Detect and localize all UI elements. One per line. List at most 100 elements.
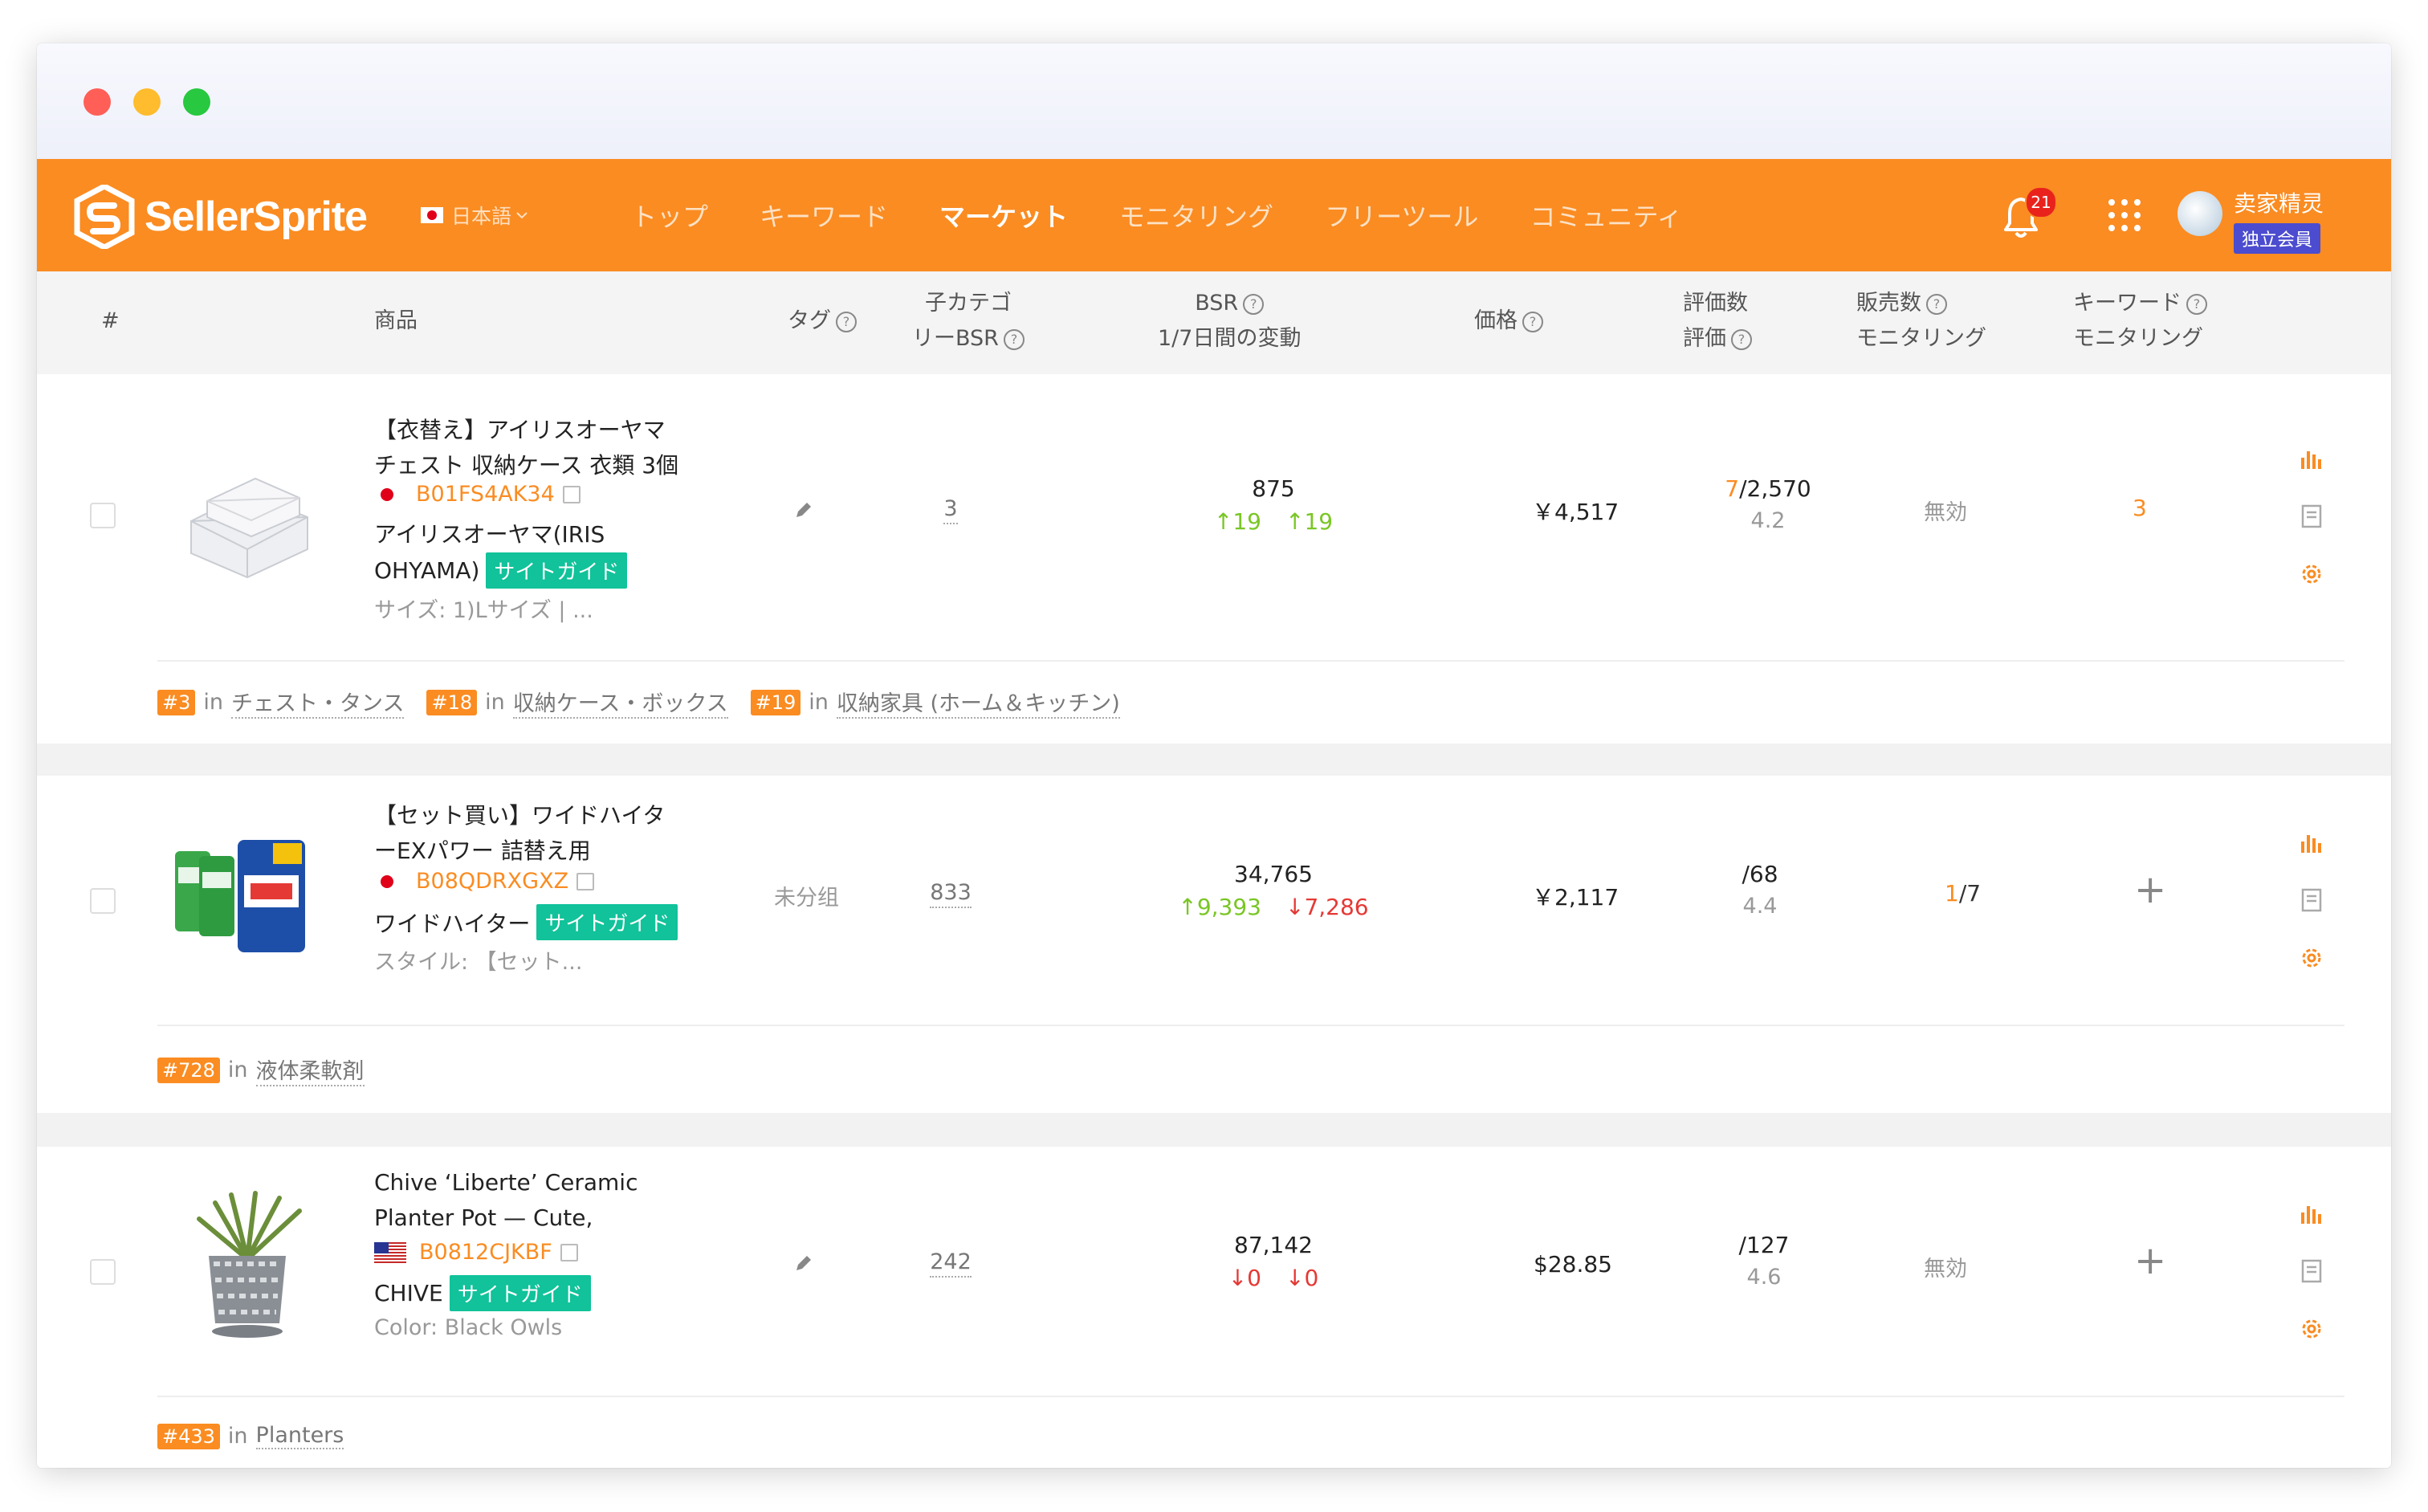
brand-name: ワイドハイター (374, 910, 531, 937)
header-bsr-line1: BSR (1195, 291, 1239, 316)
help-circle-icon[interactable]: ? (1522, 311, 1543, 332)
brand-logo[interactable]: SellerSprite (74, 185, 368, 249)
category-rank-badge: #19 (750, 689, 801, 715)
external-link-icon[interactable] (576, 872, 595, 890)
close-window-button[interactable] (84, 88, 111, 116)
row-checkbox[interactable] (90, 888, 116, 914)
bar-chart-icon[interactable] (2298, 445, 2325, 472)
product-image[interactable] (167, 1187, 328, 1347)
sales-monitor-status[interactable]: 無効 (1924, 495, 1967, 526)
asin-line: B0812CJKBF (374, 1240, 578, 1265)
notes-icon[interactable] (2298, 503, 2325, 530)
site-guide-badge[interactable]: サイトガイド (536, 904, 678, 940)
row-checkbox[interactable] (90, 1259, 116, 1285)
asin-link[interactable]: B0812CJKBF (419, 1240, 552, 1265)
category-in-label: in (485, 690, 505, 715)
product-image[interactable] (167, 437, 328, 597)
bsr-value: 875 (1252, 475, 1295, 502)
sub-bsr-value[interactable]: 3 (943, 496, 958, 524)
site-guide-badge[interactable]: サイトガイド (486, 552, 628, 589)
sales-monitor-status[interactable]: 無効 (1924, 1251, 1967, 1282)
row-checkbox[interactable] (90, 503, 116, 528)
category-link[interactable]: 収納家具 (ホーム＆キッチン) (836, 686, 1120, 719)
settings-gear-icon[interactable] (2298, 560, 2325, 588)
keyword-monitor-count[interactable]: 3 (2133, 495, 2147, 521)
reviews-total: /127 (1738, 1232, 1790, 1258)
brand-name-line1: アイリスオーヤマ(IRIS (374, 521, 605, 548)
category-link[interactable]: Planters (255, 1423, 344, 1449)
flag-us-icon (374, 1241, 406, 1263)
category-link[interactable]: 液体柔軟剤 (255, 1054, 365, 1086)
product-title-line2[interactable]: チェスト 収納ケース 衣類 3個 (374, 448, 678, 480)
bar-chart-icon[interactable] (2298, 829, 2325, 856)
row-divider (157, 660, 2344, 662)
apps-grid-icon[interactable] (2108, 199, 2141, 231)
sub-bsr-value[interactable]: 242 (930, 1249, 972, 1278)
header-sub-bsr: 子カテゴ リーBSR? (912, 286, 1025, 357)
asin-link[interactable]: B08QDRXGXZ (416, 869, 568, 894)
help-circle-icon[interactable]: ? (1243, 293, 1265, 315)
rating-value: 4.6 (1746, 1265, 1782, 1290)
minimize-window-button[interactable] (133, 88, 161, 116)
bsr-cell: 34,765 ↑9,393 ↓7,286 (1153, 861, 1394, 920)
plus-icon[interactable]: + (2134, 870, 2166, 909)
brand-line1: CHIVE サイトガイド (374, 1275, 591, 1311)
bsr-change-7d: ↑19 (1285, 508, 1334, 535)
maximize-window-button[interactable] (183, 88, 210, 116)
language-selector[interactable]: 日本語 (421, 201, 529, 230)
membership-badge: 独立会員 (2234, 223, 2321, 254)
product-title-line1[interactable]: Chive ‘Liberte’ Ceramic (374, 1169, 638, 1196)
variant-label: サイズ: 1)Lサイズ | ... (374, 598, 593, 623)
header-tag-label: タグ (788, 308, 831, 333)
nav-item-monitoring[interactable]: モニタリング (1119, 197, 1273, 234)
header-price: 価格? (1474, 304, 1543, 339)
settings-gear-icon[interactable] (2298, 1315, 2325, 1343)
product-title-line1[interactable]: 【セット買い】ワイドハイタ (374, 798, 665, 830)
sub-bsr-cell[interactable]: 833 (927, 880, 975, 908)
header-index: # (101, 308, 120, 333)
sub-bsr-cell[interactable]: 3 (935, 496, 967, 524)
reviews-new: 7 (1725, 475, 1740, 502)
nav-item-keyword[interactable]: キーワード (760, 197, 888, 234)
category-link[interactable]: 収納ケース・ボックス (512, 686, 728, 719)
product-title-line2[interactable]: ーEXパワー 詰替え用 (374, 833, 591, 866)
bsr-change-7d: ↓0 (1285, 1265, 1319, 1291)
asin-line: B01FS4AK34 (374, 482, 581, 507)
bar-chart-icon[interactable] (2298, 1200, 2325, 1227)
user-name[interactable]: 卖家精灵 (2234, 186, 2324, 218)
help-circle-icon[interactable]: ? (1731, 328, 1752, 350)
category-in-label: in (227, 1424, 248, 1449)
nav-item-free-tools[interactable]: フリーツール (1325, 197, 1478, 234)
nav-item-market[interactable]: マーケット (939, 197, 1068, 234)
plus-icon[interactable]: + (2134, 1241, 2166, 1280)
sales-monitor-value[interactable]: 1/7 (1945, 880, 1981, 907)
help-circle-icon[interactable]: ? (1926, 293, 1947, 315)
category-link[interactable]: チェスト・タンス (231, 686, 405, 719)
help-circle-icon[interactable]: ? (836, 311, 857, 332)
pencil-icon[interactable] (792, 1253, 814, 1275)
help-circle-icon[interactable]: ? (1003, 328, 1025, 350)
asin-link[interactable]: B01FS4AK34 (416, 482, 555, 507)
notes-icon[interactable] (2298, 886, 2325, 914)
variant-label: Color: Black Owls (374, 1315, 563, 1340)
pencil-icon[interactable] (792, 499, 814, 522)
tag-value[interactable]: 未分组 (774, 880, 839, 911)
site-guide-badge[interactable]: サイトガイド (449, 1275, 591, 1311)
reviews-cell: 7/2,570 4.2 (1720, 475, 1816, 533)
notes-icon[interactable] (2298, 1257, 2325, 1285)
help-circle-icon[interactable]: ? (2186, 293, 2207, 315)
product-title-line1[interactable]: 【衣替え】アイリスオーヤマ (374, 413, 666, 445)
product-title-line2[interactable]: Planter Pot — Cute, (374, 1204, 593, 1231)
external-link-icon[interactable] (560, 1243, 578, 1261)
avatar[interactable] (2177, 191, 2222, 236)
nav-item-community[interactable]: コミュニティ (1530, 197, 1682, 234)
sub-bsr-value[interactable]: 833 (930, 880, 972, 908)
flag-jp-icon (421, 207, 443, 223)
settings-gear-icon[interactable] (2298, 944, 2325, 972)
bsr-value: 34,765 (1234, 861, 1313, 887)
sub-bsr-cell[interactable]: 242 (927, 1249, 975, 1278)
external-link-icon[interactable] (562, 485, 581, 503)
nav-item-top[interactable]: トップ (631, 197, 708, 234)
product-image[interactable] (167, 819, 328, 980)
header-tag: タグ? (788, 304, 857, 339)
